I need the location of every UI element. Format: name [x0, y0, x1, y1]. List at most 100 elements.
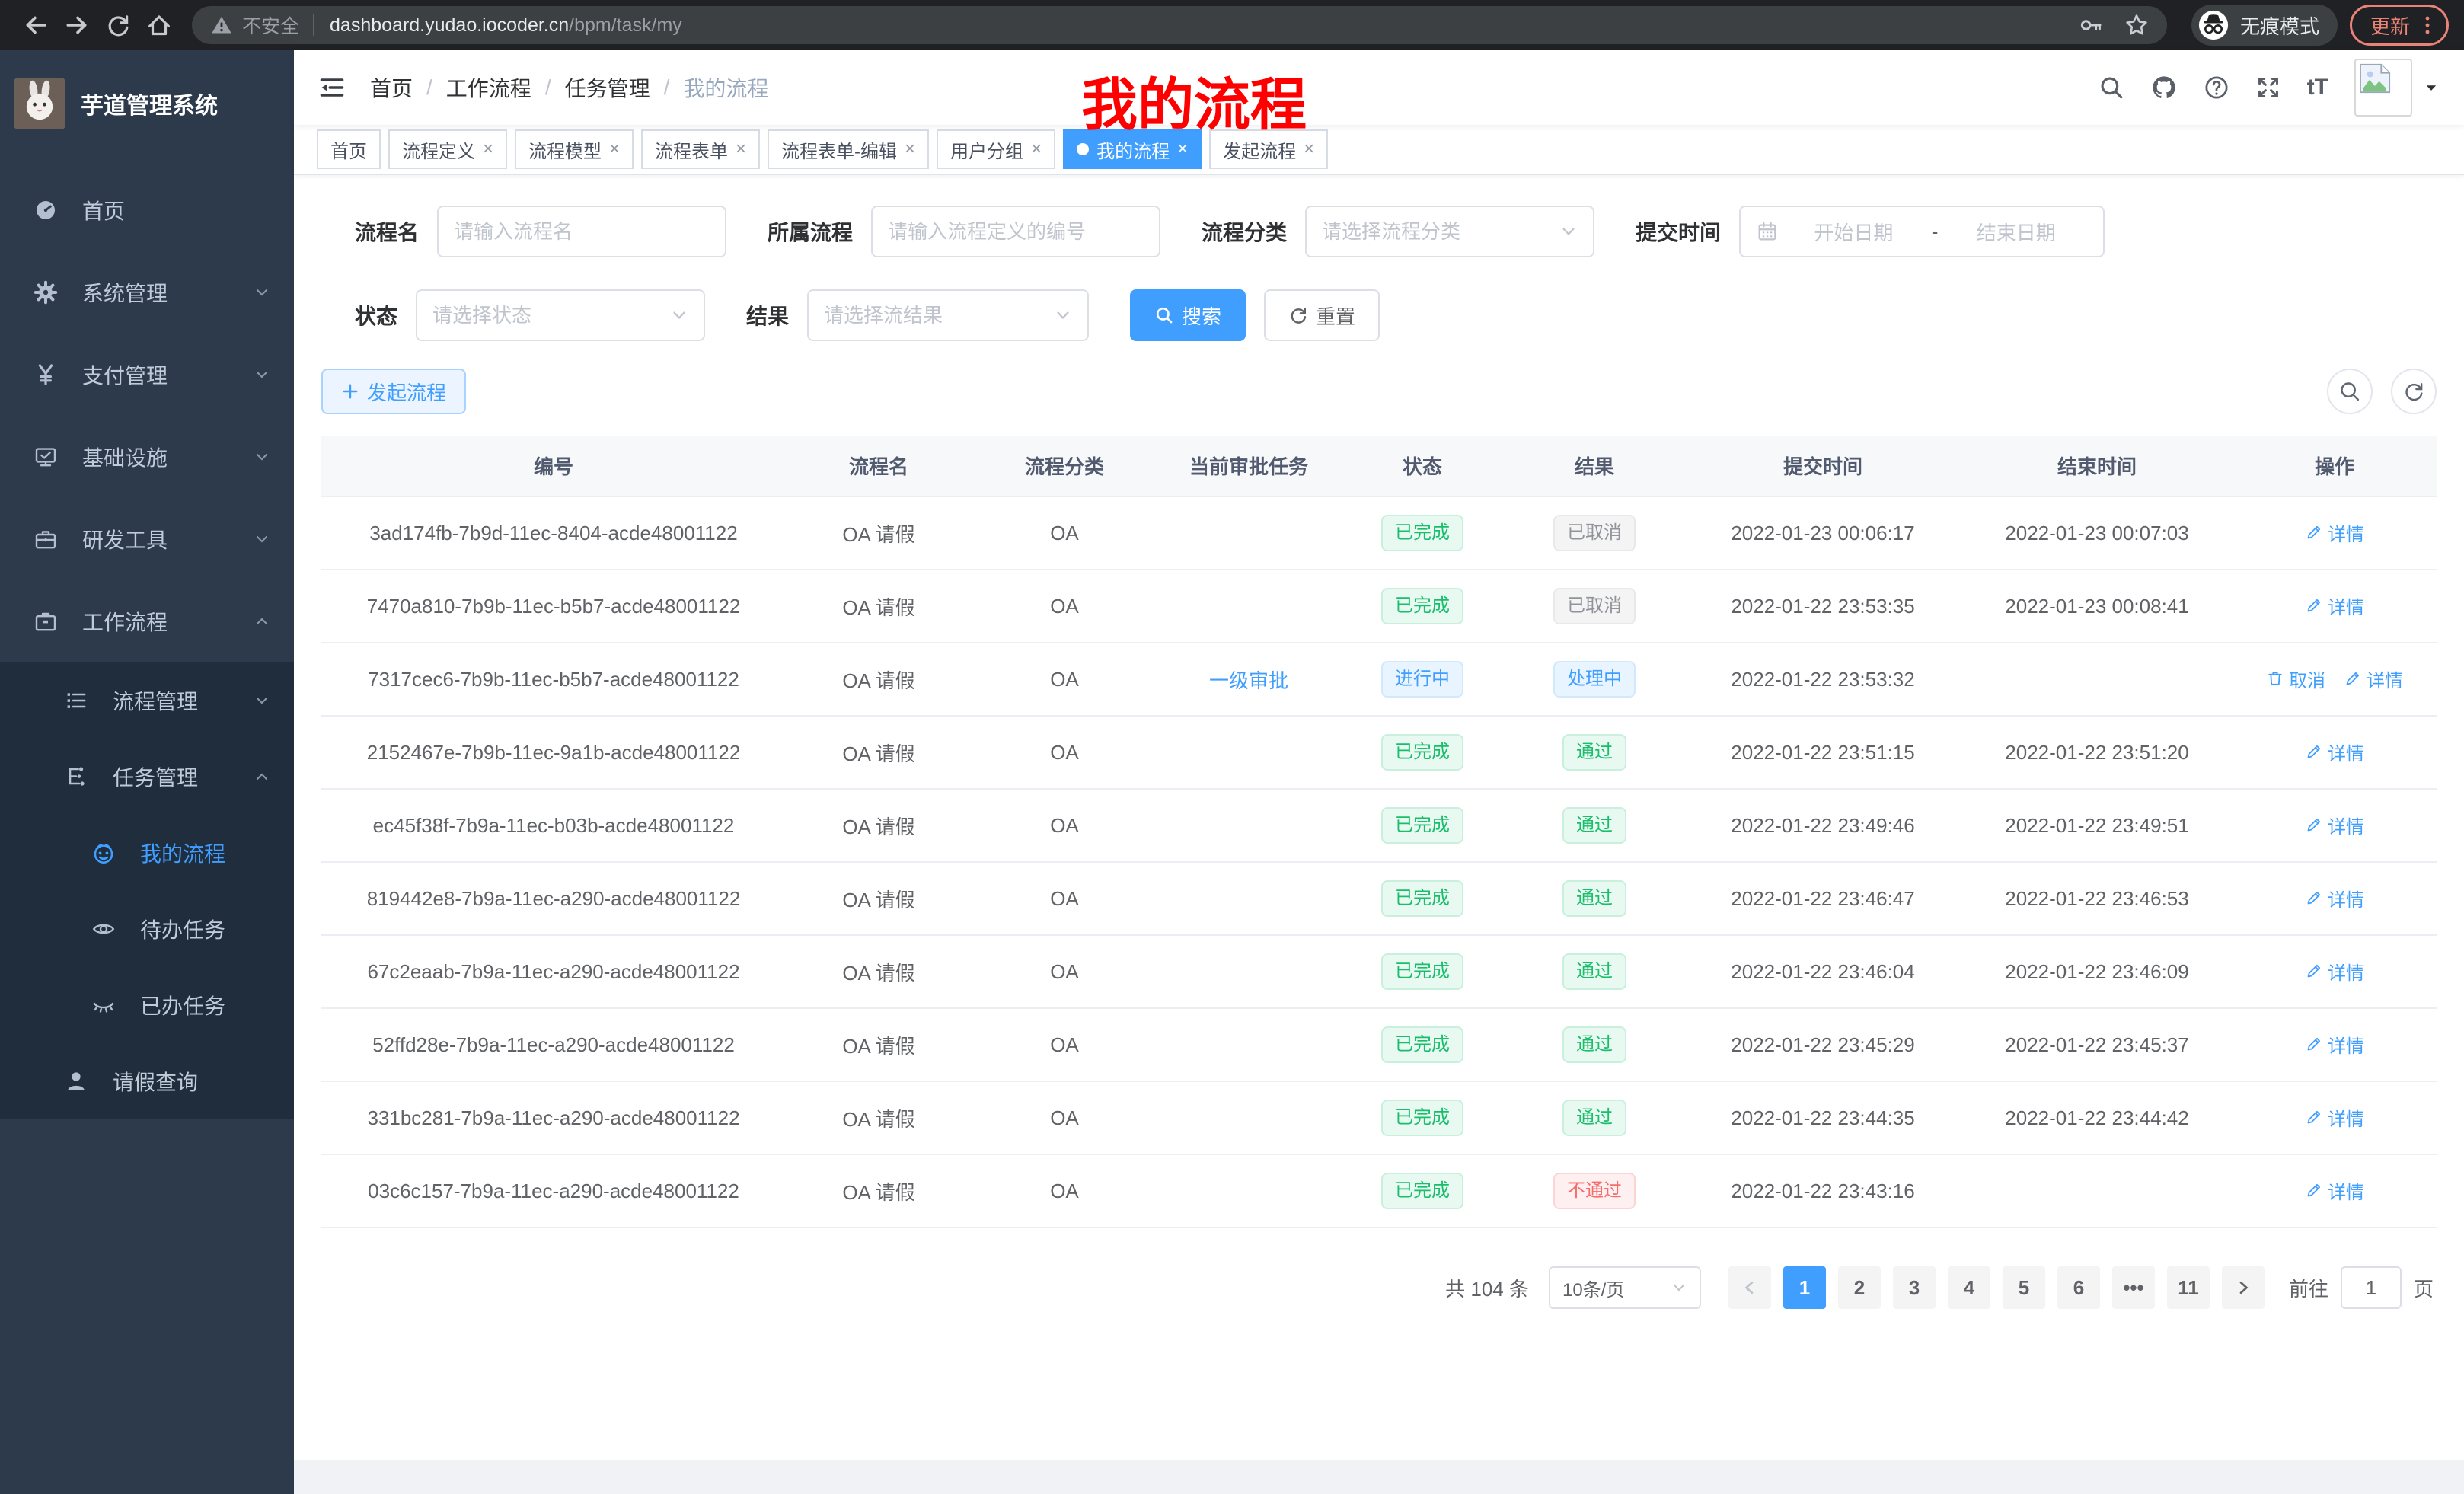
- tab-process-form-edit[interactable]: 流程表单-编辑×: [768, 129, 929, 169]
- sidebar-item-payment[interactable]: 支付管理: [0, 334, 294, 416]
- status-tag: 通过: [1562, 953, 1626, 990]
- sidebar-item-done-tasks[interactable]: 已办任务: [0, 967, 294, 1043]
- detail-action[interactable]: 详情: [2344, 666, 2403, 692]
- tab-home[interactable]: 首页: [317, 129, 381, 169]
- logo-row[interactable]: 芋道管理系统: [0, 50, 294, 157]
- close-icon[interactable]: ×: [609, 140, 620, 158]
- tab-user-group[interactable]: 用户分组×: [937, 129, 1055, 169]
- start-date-placeholder[interactable]: 开始日期: [1782, 218, 1926, 246]
- column-header: 流程名: [786, 436, 972, 496]
- github-icon[interactable]: [2150, 74, 2178, 101]
- search-button[interactable]: 搜索: [1130, 289, 1246, 341]
- sidebar-item-leave-query[interactable]: 请假查询: [0, 1043, 294, 1119]
- detail-action[interactable]: 详情: [2305, 812, 2364, 838]
- fontsize-icon[interactable]: tT: [2307, 75, 2328, 101]
- address-bar[interactable]: 不安全 dashboard.yudao.iocoder.cn/bpm/task/…: [192, 6, 2167, 44]
- status-tag: 通过: [1562, 880, 1626, 917]
- category-select[interactable]: [1305, 206, 1594, 257]
- sidebar-item-system[interactable]: 系统管理: [0, 251, 294, 334]
- result-select[interactable]: [807, 289, 1089, 341]
- cell-submit-time: 2022-01-22 23:45:29: [1684, 1008, 1961, 1081]
- app-logo: [14, 78, 65, 129]
- tab-process-model[interactable]: 流程模型×: [515, 129, 634, 169]
- next-page-button[interactable]: [2222, 1266, 2265, 1309]
- more-pages-button[interactable]: •••: [2112, 1266, 2155, 1309]
- tab-process-form[interactable]: 流程表单×: [641, 129, 760, 169]
- detail-action[interactable]: 详情: [2305, 519, 2364, 546]
- refresh-icon: [1288, 305, 1308, 325]
- goto-page: 前往 页: [2289, 1266, 2434, 1309]
- breadcrumb-item[interactable]: 工作流程: [446, 72, 531, 103]
- cancel-action[interactable]: 取消: [2266, 666, 2325, 692]
- detail-action[interactable]: 详情: [2305, 592, 2364, 619]
- cell-name: OA 请假: [786, 1081, 972, 1154]
- detail-action[interactable]: 详情: [2305, 1177, 2364, 1204]
- page-button-2[interactable]: 2: [1838, 1266, 1881, 1309]
- result-select-input[interactable]: [824, 304, 1045, 327]
- page-button-1[interactable]: 1: [1783, 1266, 1826, 1309]
- goto-page-input[interactable]: [2341, 1266, 2402, 1309]
- caret-down-icon[interactable]: [2423, 79, 2440, 96]
- hamburger-icon[interactable]: [318, 74, 346, 101]
- breadcrumb-item[interactable]: 任务管理: [565, 72, 650, 103]
- avatar[interactable]: [2354, 59, 2412, 117]
- sidebar-item-process-mgmt[interactable]: 流程管理: [0, 662, 294, 739]
- bookmark-star-icon[interactable]: [2124, 13, 2149, 37]
- status-select[interactable]: [416, 289, 705, 341]
- key-icon[interactable]: [2079, 13, 2103, 37]
- header-search-icon[interactable]: [2099, 75, 2124, 101]
- help-icon[interactable]: [2204, 75, 2229, 101]
- task-link[interactable]: 一级审批: [1209, 669, 1288, 692]
- sidebar-item-home[interactable]: 首页: [0, 169, 294, 251]
- chevron-down-icon: [670, 306, 688, 324]
- detail-action[interactable]: 详情: [2305, 1104, 2364, 1131]
- close-icon[interactable]: ×: [736, 140, 746, 158]
- detail-action[interactable]: 详情: [2305, 1031, 2364, 1058]
- reset-button[interactable]: 重置: [1264, 289, 1380, 341]
- more-vert-icon[interactable]: [2416, 14, 2439, 37]
- update-button[interactable]: 更新: [2350, 5, 2449, 46]
- refresh-table-button[interactable]: [2391, 369, 2437, 414]
- forward-icon[interactable]: [56, 5, 97, 46]
- page-button-11[interactable]: 11: [2167, 1266, 2210, 1309]
- show-search-button[interactable]: [2327, 369, 2373, 414]
- reload-icon[interactable]: [97, 5, 139, 46]
- sidebar-item-devtools[interactable]: 研发工具: [0, 498, 294, 580]
- create-process-button[interactable]: 发起流程: [321, 369, 466, 414]
- detail-action[interactable]: 详情: [2305, 885, 2364, 911]
- face-icon: [88, 839, 119, 867]
- sidebar-item-infrastructure[interactable]: 基础设施: [0, 416, 294, 498]
- category-select-input[interactable]: [1322, 220, 1550, 244]
- page-button-3[interactable]: 3: [1893, 1266, 1936, 1309]
- cell-result: 通过: [1505, 1081, 1684, 1154]
- close-icon[interactable]: ×: [483, 140, 493, 158]
- security-label[interactable]: 不安全: [242, 11, 299, 39]
- detail-action[interactable]: 详情: [2305, 958, 2364, 985]
- definition-input[interactable]: [888, 220, 1144, 244]
- sidebar-item-task-mgmt[interactable]: 任务管理: [0, 739, 294, 815]
- back-icon[interactable]: [15, 5, 56, 46]
- page-button-4[interactable]: 4: [1948, 1266, 1990, 1309]
- status-select-input[interactable]: [432, 304, 661, 327]
- close-icon[interactable]: ×: [1304, 140, 1314, 158]
- detail-action[interactable]: 详情: [2305, 739, 2364, 765]
- sidebar-item-my-process[interactable]: 我的流程: [0, 815, 294, 891]
- close-icon[interactable]: ×: [1177, 140, 1188, 158]
- page-size-select[interactable]: 10条/页: [1549, 1266, 1701, 1309]
- daterange-picker[interactable]: 开始日期 - 结束日期: [1739, 206, 2105, 257]
- home-icon[interactable]: [139, 5, 180, 46]
- close-icon[interactable]: ×: [1031, 140, 1042, 158]
- page-button-6[interactable]: 6: [2057, 1266, 2100, 1309]
- sidebar-item-workflow[interactable]: 工作流程: [0, 580, 294, 662]
- sidebar-item-todo-tasks[interactable]: 待办任务: [0, 891, 294, 967]
- task-tree-icon: [61, 763, 91, 790]
- cell-status: 已完成: [1340, 935, 1505, 1008]
- status-tag: 通过: [1562, 1100, 1626, 1136]
- name-input[interactable]: [454, 220, 710, 244]
- end-date-placeholder[interactable]: 结束日期: [1944, 218, 2088, 246]
- page-button-5[interactable]: 5: [2003, 1266, 2045, 1309]
- close-icon[interactable]: ×: [905, 140, 915, 158]
- fullscreen-icon[interactable]: [2255, 75, 2281, 101]
- tab-process-definition[interactable]: 流程定义×: [388, 129, 507, 169]
- breadcrumb-item[interactable]: 首页: [370, 72, 413, 103]
